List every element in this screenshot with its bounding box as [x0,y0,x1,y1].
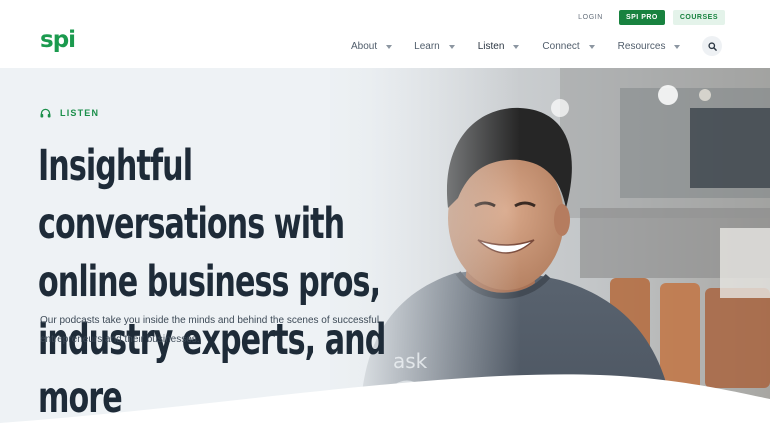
nav-item-about[interactable]: About [351,41,393,52]
chevron-down-icon [448,44,455,49]
nav-item-label: Resources [617,41,666,52]
chevron-down-icon [513,44,520,49]
chevron-down-icon [674,44,681,49]
spi-logo[interactable]: spi [40,29,76,52]
chevron-down-icon [588,44,595,49]
courses-button[interactable]: COURSES [672,10,725,25]
headphones-icon [40,108,51,118]
nav-item-listen[interactable]: Listen [478,41,520,52]
nav-item-label: Connect [542,41,580,52]
nav-item-resources[interactable]: Resources [618,41,681,52]
utility-nav: LOGIN SPI PRO COURSES [578,10,725,25]
nav-item-label: About [351,41,378,52]
search-button[interactable] [702,36,722,56]
nav-item-label: Learn [414,41,440,52]
login-link[interactable]: LOGIN [578,14,603,21]
nav-item-connect[interactable]: Connect [542,41,595,52]
chevron-down-icon [386,44,393,49]
nav-item-learn[interactable]: Learn [414,41,455,52]
nav-item-label: Listen [477,41,505,52]
search-icon [707,41,717,51]
site-header: spi LOGIN SPI PRO COURSES About Learn Li… [0,0,770,68]
hero-bottom-curve [0,374,770,427]
eyebrow-label: LISTEN [60,108,100,118]
main-nav: About Learn Listen Connect Resources [351,41,681,52]
hero-section: ask LISTEN Insightful conversations with… [0,68,770,427]
hero-subtext: Our podcasts take you inside the minds a… [40,315,380,345]
listen-eyebrow: LISTEN [40,108,99,118]
spi-pro-button[interactable]: SPI PRO [618,10,665,25]
